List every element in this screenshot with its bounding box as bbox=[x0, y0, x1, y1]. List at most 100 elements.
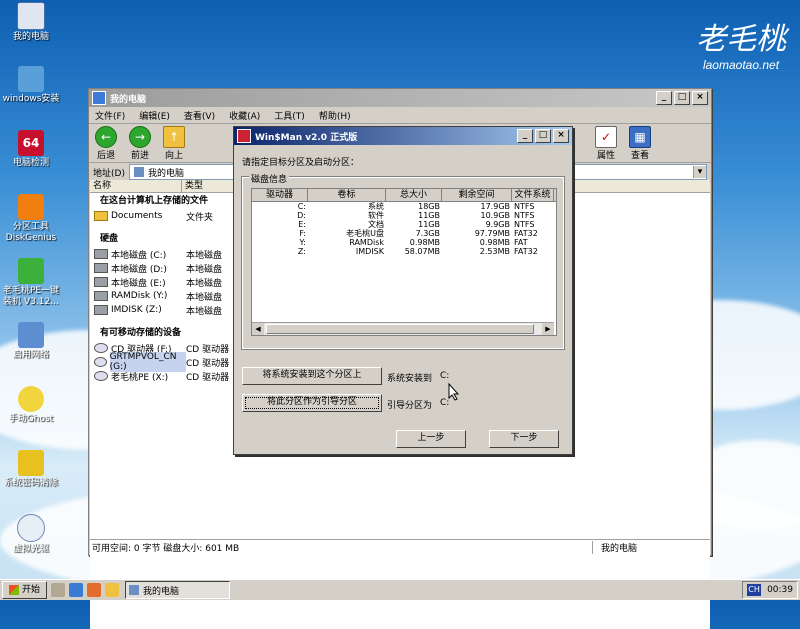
up-button[interactable]: ↑ 向上 bbox=[163, 125, 185, 161]
close-button[interactable]: × bbox=[692, 91, 708, 105]
table-row[interactable]: E: 文档 11GB 9.9GB NTFS bbox=[252, 220, 556, 229]
menu-help[interactable]: 帮助(H) bbox=[319, 109, 351, 122]
install-to-partition-button[interactable]: 将系统安装到这个分区上 bbox=[242, 367, 382, 385]
scroll-right-icon[interactable]: ▶ bbox=[542, 323, 554, 335]
menu-view[interactable]: 查看(V) bbox=[184, 109, 215, 122]
minimize-button[interactable]: _ bbox=[656, 91, 672, 105]
computer-icon bbox=[129, 585, 140, 595]
next-button[interactable]: 下一步 bbox=[489, 430, 559, 448]
scroll-thumb[interactable] bbox=[266, 324, 534, 334]
item-name: 本地磁盘 (C:) bbox=[111, 250, 167, 261]
table-row[interactable]: D: 软件 11GB 10.9GB NTFS bbox=[252, 211, 556, 220]
status-location: 我的电脑 bbox=[592, 540, 637, 554]
cell: Z: bbox=[297, 247, 306, 256]
cell: 11GB bbox=[418, 220, 440, 229]
cell: 18GB bbox=[418, 202, 440, 211]
folder-up-icon: ↑ bbox=[163, 125, 185, 148]
previous-button[interactable]: 上一步 bbox=[396, 430, 466, 448]
cell: D: bbox=[297, 211, 306, 220]
column-total[interactable]: 总大小 bbox=[386, 189, 442, 201]
table-row[interactable]: C: 系统 18GB 17.9GB NTFS bbox=[252, 202, 556, 211]
dialog-titlebar[interactable]: Win$Man v2.0 正式版 _ □ × bbox=[234, 127, 572, 145]
desktop-icon-diskgenius[interactable]: 分区工具 DiskGenius bbox=[0, 194, 62, 244]
cell: 系统 bbox=[368, 202, 384, 211]
cell: 9.9GB bbox=[485, 220, 510, 229]
quicklaunch-folder-icon[interactable] bbox=[105, 583, 120, 597]
desktop-icon-windows-install[interactable]: windows安装 bbox=[0, 66, 62, 105]
language-indicator[interactable]: CH bbox=[747, 584, 762, 596]
desktop-icon-pe-installer[interactable]: 老毛桃PE一键 装机 V3.12... bbox=[0, 258, 62, 308]
view-label: 查看 bbox=[630, 150, 649, 161]
column-label[interactable]: 卷标 bbox=[308, 189, 386, 201]
table-row[interactable]: Z: IMDISK 58.07MB 2.53MB FAT32 bbox=[252, 247, 556, 256]
mouse-cursor-icon bbox=[448, 383, 460, 401]
column-fs[interactable]: 文件系统 bbox=[512, 189, 554, 201]
desktop-icon-virtual-drive[interactable]: 虚拟光驱 bbox=[0, 514, 62, 555]
quicklaunch-app-icon[interactable] bbox=[87, 583, 102, 597]
peach-icon bbox=[18, 258, 44, 284]
cell: FAT32 bbox=[514, 229, 538, 238]
quicklaunch-desktop-icon[interactable] bbox=[69, 583, 84, 597]
system-tray: CH 00:39 bbox=[742, 581, 798, 599]
menubar: 文件(F) 编辑(E) 查看(V) 收藏(A) 工具(T) 帮助(H) bbox=[89, 107, 711, 124]
menu-tools[interactable]: 工具(T) bbox=[274, 109, 305, 122]
cell: E: bbox=[298, 220, 306, 229]
cell: 97.79MB bbox=[474, 229, 510, 238]
computer-icon bbox=[133, 167, 144, 177]
cell: RAMDisk bbox=[349, 238, 384, 247]
forward-arrow-icon: → bbox=[129, 125, 151, 148]
menu-file[interactable]: 文件(F) bbox=[95, 109, 125, 122]
back-arrow-icon: ← bbox=[95, 125, 117, 148]
menu-favorites[interactable]: 收藏(A) bbox=[229, 109, 260, 122]
horizontal-scrollbar[interactable]: ◀ ▶ bbox=[252, 322, 554, 335]
diskgenius-icon bbox=[18, 194, 44, 220]
hard-disk-icon bbox=[94, 305, 108, 315]
cell: 17.9GB bbox=[480, 202, 511, 211]
taskbar: 开始 我的电脑 CH 00:39 bbox=[0, 579, 800, 600]
minimize-button[interactable]: _ bbox=[517, 129, 533, 143]
cd-drive-icon bbox=[94, 357, 107, 367]
explorer-title: 我的电脑 bbox=[110, 94, 147, 105]
forward-button[interactable]: → 前进 bbox=[129, 125, 151, 161]
hard-disk-icon bbox=[94, 277, 108, 287]
taskbar-item-my-computer[interactable]: 我的电脑 bbox=[125, 581, 231, 599]
chevron-down-icon[interactable]: ▾ bbox=[693, 166, 706, 178]
set-boot-partition-button[interactable]: 将此分区作为引导分区 bbox=[242, 394, 382, 412]
desktop-icon-pc-check[interactable]: 64 电脑检测 bbox=[0, 130, 62, 169]
app-icon bbox=[237, 129, 251, 143]
boot-partition-label: 引导分区为 bbox=[387, 401, 433, 411]
maximize-button[interactable]: □ bbox=[674, 91, 690, 105]
desktop-icon-label: 虚拟光驱 bbox=[12, 544, 49, 554]
desktop-icon-enable-network[interactable]: 启用网络 bbox=[0, 322, 62, 361]
menu-edit[interactable]: 编辑(E) bbox=[139, 109, 170, 122]
properties-button[interactable]: ✓ 属性 bbox=[595, 125, 617, 161]
desktop-icon-ghost[interactable]: 手动Ghost bbox=[0, 386, 62, 425]
clock[interactable]: 00:39 bbox=[767, 585, 793, 595]
cell: Y: bbox=[299, 238, 306, 247]
dialog-title: Win$Man v2.0 正式版 bbox=[255, 132, 358, 143]
key-icon bbox=[18, 450, 44, 476]
cd-drive-icon bbox=[94, 371, 108, 381]
explorer-titlebar[interactable]: 我的电脑 _ □ × bbox=[89, 89, 711, 107]
desktop-icon-password-clear[interactable]: 系统密码清除 bbox=[0, 450, 62, 489]
column-drive[interactable]: 驱动器 bbox=[252, 189, 308, 201]
close-button[interactable]: × bbox=[553, 129, 569, 143]
view-button[interactable]: ▦ 查看 bbox=[629, 125, 651, 161]
cell: 0.98MB bbox=[479, 238, 510, 247]
item-name: Documents bbox=[111, 211, 163, 221]
quicklaunch-drive-icon[interactable] bbox=[51, 583, 66, 597]
column-free[interactable]: 剩余空间 bbox=[442, 189, 512, 201]
partition-table[interactable]: 驱动器 卷标 总大小 剩余空间 文件系统 C: 系统 18GB 17.9GB NTFS … bbox=[251, 188, 557, 336]
back-button[interactable]: ← 后退 bbox=[95, 125, 117, 161]
cell: F: bbox=[299, 229, 306, 238]
desktop-icon-label: 电脑检测 bbox=[12, 158, 49, 168]
start-button[interactable]: 开始 bbox=[2, 581, 48, 599]
scroll-left-icon[interactable]: ◀ bbox=[252, 323, 264, 335]
maximize-button[interactable]: □ bbox=[535, 129, 551, 143]
table-row[interactable]: F: 老毛桃U盘 7.3GB 97.79MB FAT32 bbox=[252, 229, 556, 238]
view-grid-icon: ▦ bbox=[629, 125, 651, 148]
desktop-icon-my-computer[interactable]: 我的电脑 bbox=[0, 2, 62, 43]
table-row[interactable]: Y: RAMDisk 0.98MB 0.98MB FAT bbox=[252, 238, 556, 247]
hard-disk-icon bbox=[94, 291, 108, 301]
column-name[interactable]: 名称 bbox=[90, 180, 182, 192]
